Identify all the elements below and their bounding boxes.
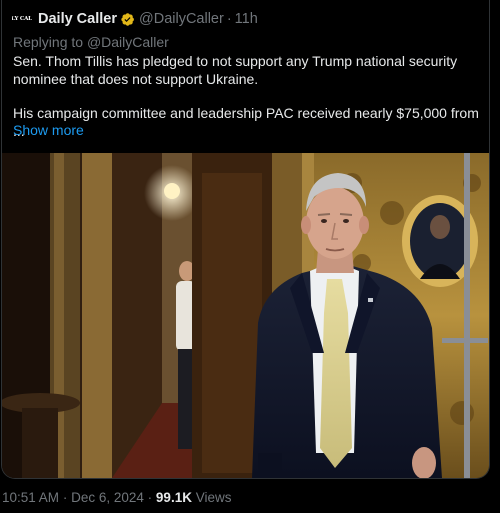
header-separator: · bbox=[226, 11, 232, 27]
show-more-link[interactable]: Show more bbox=[13, 122, 84, 138]
tweet-header: DAILY CALLER Daily Caller @DailyCaller ·… bbox=[12, 9, 258, 29]
author-avatar[interactable]: DAILY CALLER bbox=[12, 9, 32, 29]
photo-illustration bbox=[2, 153, 489, 478]
meta-separator: · bbox=[62, 490, 68, 505]
posted-date-link[interactable]: Dec 6, 2024 bbox=[71, 490, 144, 505]
tweet-text-paragraph-1: Sen. Thom Tillis has pledged to not supp… bbox=[13, 53, 458, 87]
views-label: Views bbox=[195, 490, 232, 505]
replying-prefix: Replying to bbox=[13, 34, 84, 50]
author-handle[interactable]: @DailyCaller bbox=[139, 11, 224, 27]
posted-time-link[interactable]: 10:51 AM bbox=[2, 490, 59, 505]
replying-to: Replying to @DailyCaller bbox=[13, 34, 169, 50]
meta-separator-2: · bbox=[147, 490, 153, 505]
tweet-metadata: 10:51 AM · Dec 6, 2024 · 99.1K Views bbox=[2, 490, 232, 505]
tweet-photo[interactable] bbox=[2, 153, 489, 478]
relative-time-link[interactable]: 11h bbox=[235, 11, 258, 27]
tweet-card[interactable]: DAILY CALLER Daily Caller @DailyCaller ·… bbox=[1, 0, 490, 479]
replying-handle-link[interactable]: @DailyCaller bbox=[87, 34, 169, 50]
author-name[interactable]: Daily Caller bbox=[38, 11, 117, 27]
gold-verified-badge-icon[interactable] bbox=[120, 12, 135, 27]
views-count: 99.1K bbox=[155, 490, 192, 505]
